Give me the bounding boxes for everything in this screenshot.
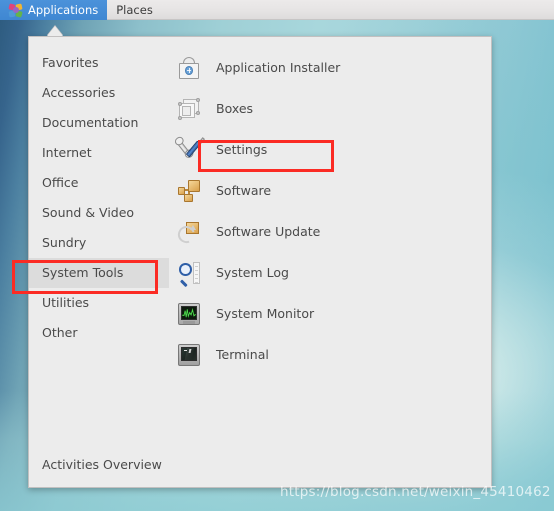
package-refresh-icon [175, 219, 202, 246]
app-item-software[interactable]: Software [153, 170, 491, 211]
topbar-label-places: Places [116, 3, 153, 17]
category-label: Internet [42, 145, 92, 160]
menu-body: Favorites Accessories Documentation Inte… [29, 37, 491, 441]
category-item-accessories[interactable]: Accessories [29, 78, 153, 108]
app-label: Application Installer [216, 60, 341, 75]
activities-overview-label: Activities Overview [42, 456, 162, 472]
category-label: Office [42, 175, 79, 190]
category-item-documentation[interactable]: Documentation [29, 108, 153, 138]
category-item-sundry[interactable]: Sundry [29, 228, 153, 258]
app-label: Boxes [216, 101, 254, 116]
screen-root: Applications Places Favorites Accessorie… [0, 0, 554, 511]
cube-wireframe-icon [176, 96, 202, 122]
annotation-box-settings [198, 140, 334, 172]
category-label: Accessories [42, 85, 116, 100]
category-item-sound-and-video[interactable]: Sound & Video [29, 198, 153, 228]
fedora-logo-icon [8, 2, 23, 18]
magnifier-page-icon [176, 260, 202, 288]
menu-pointer-arrow [47, 26, 63, 36]
app-label: Terminal [216, 347, 269, 362]
category-label: Other [42, 325, 78, 340]
app-label: Software [216, 183, 272, 198]
orange-packages-icon [176, 178, 202, 204]
app-item-system-log[interactable]: System Log [153, 252, 491, 293]
app-label: System Monitor [216, 306, 315, 321]
category-item-internet[interactable]: Internet [29, 138, 153, 168]
app-label: Software Update [216, 224, 321, 239]
category-label: Favorites [42, 55, 99, 70]
category-item-office[interactable]: Office [29, 168, 153, 198]
shopping-bag-icon [176, 55, 202, 81]
app-item-application-installer[interactable]: Application Installer [153, 47, 491, 88]
monitor-graph-icon [176, 301, 202, 327]
category-label: Documentation [42, 115, 139, 130]
topbar-item-applications[interactable]: Applications [0, 0, 108, 20]
watermark-text: https://blog.csdn.net/weixin_45410462 [280, 484, 551, 500]
app-item-software-update[interactable]: Software Update [153, 211, 491, 252]
category-label: Sound & Video [42, 205, 135, 220]
app-label: System Log [216, 265, 289, 280]
category-item-other[interactable]: Other [29, 318, 153, 348]
topbar-item-places[interactable]: Places [107, 0, 162, 20]
category-item-favorites[interactable]: Favorites [29, 48, 153, 78]
annotation-box-system-tools [12, 260, 158, 294]
app-item-system-monitor[interactable]: System Monitor [153, 293, 491, 334]
category-label: Utilities [42, 295, 90, 310]
category-list: Favorites Accessories Documentation Inte… [29, 37, 169, 441]
application-list: Application Installer Boxes Settings Sof… [153, 37, 491, 441]
activities-overview-item[interactable]: Activities Overview [29, 441, 491, 487]
category-label: Sundry [42, 235, 87, 250]
top-panel: Applications Places [0, 0, 554, 20]
topbar-label-applications: Applications [28, 3, 99, 17]
app-item-boxes[interactable]: Boxes [153, 88, 491, 129]
app-item-terminal[interactable]: Terminal [153, 334, 491, 375]
terminal-icon [176, 342, 202, 368]
